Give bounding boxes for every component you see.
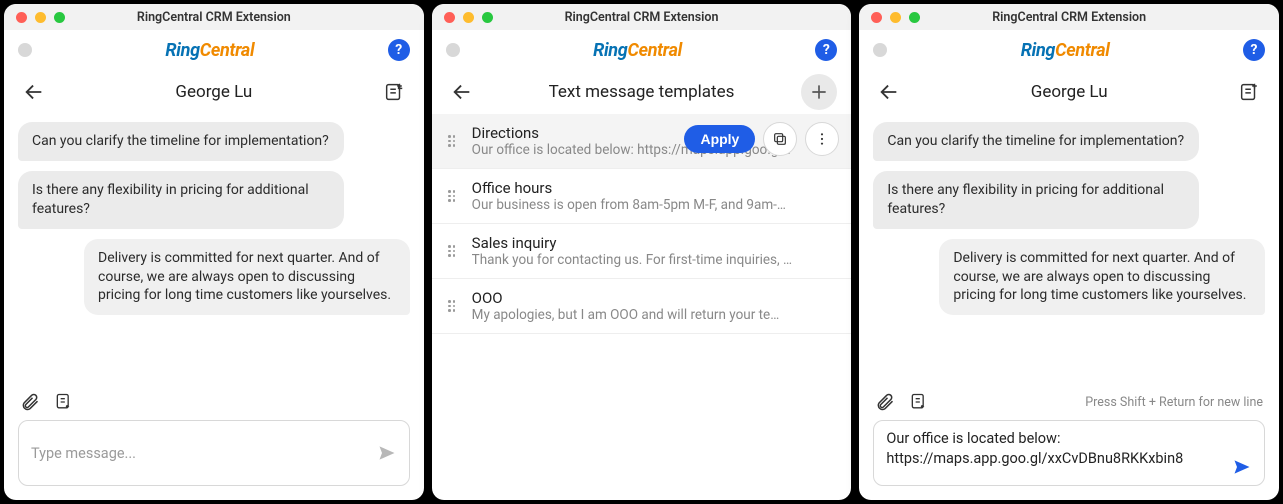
- apply-button[interactable]: Apply: [684, 125, 755, 153]
- brand-logo: RingCentral: [1021, 40, 1110, 61]
- window-chat-empty-compose: RingCentral CRM Extension RingCentral ? …: [4, 4, 424, 500]
- message-bubble-out: Delivery is committed for next quarter. …: [939, 239, 1265, 316]
- template-item[interactable]: Directions Our office is located below: …: [432, 114, 852, 169]
- minimize-window-icon[interactable]: [463, 12, 474, 23]
- window-templates: RingCentral CRM Extension RingCentral ? …: [432, 4, 852, 500]
- drag-handle-icon[interactable]: [442, 135, 462, 147]
- template-preview: Thank you for contacting us. For first-t…: [472, 252, 838, 268]
- more-icon[interactable]: [805, 122, 839, 156]
- drag-handle-icon[interactable]: [442, 300, 462, 312]
- compose-value: Our office is located below: https://map…: [886, 429, 1232, 468]
- presence-indicator: [873, 43, 887, 57]
- compose-hint: Press Shift + Return for new line: [1085, 395, 1263, 410]
- maximize-window-icon[interactable]: [54, 12, 65, 23]
- maximize-window-icon[interactable]: [482, 12, 493, 23]
- minimize-window-icon[interactable]: [890, 12, 901, 23]
- template-preview: Our business is open from 8am-5pm M-F, a…: [472, 197, 838, 213]
- compose-placeholder: Type message...: [31, 445, 136, 462]
- titlebar: RingCentral CRM Extension: [4, 4, 424, 30]
- titlebar: RingCentral CRM Extension: [432, 4, 852, 30]
- window-title: RingCentral CRM Extension: [859, 10, 1279, 25]
- page-title: George Lu: [859, 82, 1279, 102]
- window-chat-filled-compose: RingCentral CRM Extension RingCentral ? …: [859, 4, 1279, 500]
- new-note-button[interactable]: [1233, 76, 1265, 108]
- maximize-window-icon[interactable]: [909, 12, 920, 23]
- template-title: Sales inquiry: [472, 234, 838, 252]
- page-title: George Lu: [4, 82, 424, 102]
- drag-handle-icon[interactable]: [442, 245, 462, 257]
- message-bubble-in: Can you clarify the timeline for impleme…: [873, 122, 1199, 161]
- send-icon[interactable]: [1232, 457, 1252, 477]
- message-bubble-in: Is there any flexibility in pricing for …: [873, 171, 1199, 229]
- close-window-icon[interactable]: [444, 12, 455, 23]
- template-item[interactable]: Office hours Our business is open from 8…: [432, 169, 852, 224]
- copy-icon[interactable]: [763, 122, 797, 156]
- message-bubble-in: Can you clarify the timeline for impleme…: [18, 122, 344, 161]
- compose-input[interactable]: Type message...: [18, 420, 410, 486]
- drag-handle-icon[interactable]: [442, 190, 462, 202]
- help-button[interactable]: ?: [1243, 39, 1265, 61]
- brand-logo: RingCentral: [593, 40, 682, 61]
- template-item[interactable]: OOO My apologies, but I am OOO and will …: [432, 279, 852, 334]
- window-title: RingCentral CRM Extension: [4, 10, 424, 25]
- back-button[interactable]: [873, 76, 905, 108]
- help-button[interactable]: ?: [388, 39, 410, 61]
- send-icon[interactable]: [377, 443, 397, 463]
- new-note-button[interactable]: [378, 76, 410, 108]
- window-title: RingCentral CRM Extension: [432, 10, 852, 25]
- attach-icon[interactable]: [875, 392, 895, 412]
- template-preview: My apologies, but I am OOO and will retu…: [472, 307, 838, 323]
- template-icon[interactable]: [54, 392, 74, 412]
- close-window-icon[interactable]: [16, 12, 27, 23]
- presence-indicator: [18, 43, 32, 57]
- presence-indicator: [446, 43, 460, 57]
- brand-logo: RingCentral: [165, 40, 254, 61]
- minimize-window-icon[interactable]: [35, 12, 46, 23]
- template-icon[interactable]: [909, 392, 929, 412]
- template-title: OOO: [472, 289, 838, 307]
- add-template-button[interactable]: [801, 74, 837, 110]
- help-button[interactable]: ?: [815, 39, 837, 61]
- attach-icon[interactable]: [20, 392, 40, 412]
- compose-input[interactable]: Our office is located below: https://map…: [873, 420, 1265, 486]
- message-bubble-out: Delivery is committed for next quarter. …: [84, 239, 410, 316]
- page-title: Text message templates: [432, 82, 852, 102]
- message-bubble-in: Is there any flexibility in pricing for …: [18, 171, 344, 229]
- template-title: Office hours: [472, 179, 838, 197]
- back-button[interactable]: [446, 76, 478, 108]
- titlebar: RingCentral CRM Extension: [859, 4, 1279, 30]
- back-button[interactable]: [18, 76, 50, 108]
- template-item[interactable]: Sales inquiry Thank you for contacting u…: [432, 224, 852, 279]
- close-window-icon[interactable]: [871, 12, 882, 23]
